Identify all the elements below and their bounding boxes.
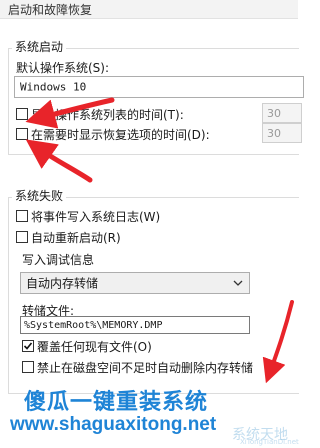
show-os-list-label: 显示操作系统列表的时间(T): xyxy=(31,108,184,122)
recovery-seconds-input[interactable]: 30 xyxy=(262,123,302,143)
checkmark-icon xyxy=(23,342,33,350)
overwrite-label: 覆盖任何现有文件(O) xyxy=(37,340,152,354)
auto-restart-label: 自动重新启动(R) xyxy=(31,231,121,245)
system-failure-group-label: 系统失败 xyxy=(12,187,67,204)
watermark-logo-en: XiTongTianDi.net xyxy=(240,438,299,446)
write-event-checkbox[interactable] xyxy=(16,210,28,222)
disable-auto-delete-checkbox[interactable] xyxy=(22,361,34,373)
recovery-seconds-value: 30 xyxy=(267,127,281,140)
debug-info-select[interactable]: 自动内存转储 xyxy=(20,272,250,294)
show-os-list-checkbox[interactable] xyxy=(16,108,28,120)
disable-auto-delete-label: 禁止在磁盘空间不足时自动删除内存转储 xyxy=(37,361,254,375)
debug-info-label: 写入调试信息 xyxy=(22,253,95,267)
dialog-title: 启动和故障恢复 xyxy=(8,3,93,17)
watermark-url: www.shaguaxitong.net xyxy=(10,414,217,435)
debug-info-value: 自动内存转储 xyxy=(26,276,99,291)
chevron-down-icon xyxy=(233,280,243,286)
overwrite-checkbox[interactable] xyxy=(22,340,34,352)
dialog-titlebar: 启动和故障恢复 xyxy=(0,0,298,19)
default-os-value: Windows 10 xyxy=(20,80,87,94)
default-os-label: 默认操作系统(S): xyxy=(16,61,110,75)
watermark-logo: 系统天地 xyxy=(232,427,288,443)
show-recovery-checkbox[interactable] xyxy=(16,128,28,140)
os-list-seconds-input[interactable]: 30 xyxy=(262,103,302,123)
os-list-seconds-value: 30 xyxy=(267,107,281,120)
show-recovery-label: 在需要时显示恢复选项的时间(D): xyxy=(31,128,210,142)
default-os-select[interactable]: Windows 10 xyxy=(14,76,304,98)
dump-file-value: %SystemRoot%\MEMORY.DMP xyxy=(24,320,163,331)
auto-restart-checkbox[interactable] xyxy=(16,231,28,243)
system-startup-group-label: 系统启动 xyxy=(12,38,67,55)
dump-file-input[interactable]: %SystemRoot%\MEMORY.DMP xyxy=(20,316,250,334)
write-event-label: 将事件写入系统日志(W) xyxy=(31,210,161,224)
